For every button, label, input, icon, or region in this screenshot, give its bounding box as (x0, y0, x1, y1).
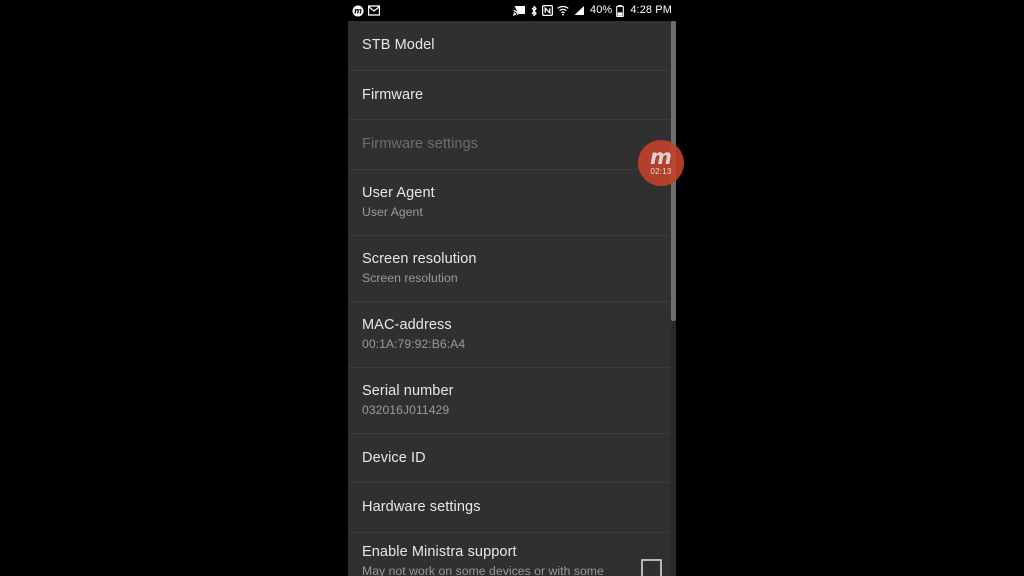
list-item-user-agent[interactable]: User Agent User Agent (348, 169, 676, 236)
cellular-signal-icon (573, 5, 585, 16)
list-item-subtitle: 00:1A:79:92:B6:A4 (362, 337, 466, 351)
list-item-firmware-settings: Firmware settings (348, 120, 676, 170)
list-item-mac-address[interactable]: MAC-address 00:1A:79:92:B6:A4 (348, 301, 676, 368)
android-status-bar: m 40% 4:28 PM (348, 0, 676, 21)
enable-ministra-support-checkbox[interactable] (641, 558, 662, 576)
screen-recording-frame: m 40% 4:28 PM STB Model Firmware Firmwar… (0, 0, 1024, 576)
mobizen-floating-record-button[interactable]: m 02:13 (638, 140, 684, 186)
list-item-screen-resolution[interactable]: Screen resolution Screen resolution (348, 235, 676, 302)
list-item-subtitle: May not work on some devices or with som… (362, 563, 604, 576)
settings-list[interactable]: STB Model Firmware Firmware settings Use… (348, 21, 676, 576)
svg-text:m: m (354, 6, 362, 15)
recording-timer-label: 02:13 (650, 167, 672, 176)
list-item-title: Device ID (362, 449, 426, 466)
list-item-title: Firmware (362, 86, 424, 103)
list-item-subtitle: User Agent (362, 205, 423, 219)
phone-screen: m 40% 4:28 PM STB Model Firmware Firmwar… (348, 0, 676, 576)
status-bar-notifications: m (352, 5, 380, 17)
list-item-subtitle: Screen resolution (362, 271, 458, 285)
status-bar-clock: 4:28 PM (630, 4, 672, 16)
list-item-title: Serial number (362, 383, 454, 399)
list-item-hardware-settings[interactable]: Hardware settings (348, 483, 676, 533)
list-item-serial-number[interactable]: Serial number 032016J011429 (348, 367, 676, 434)
list-item-title: Firmware settings (362, 136, 479, 153)
list-item-title: User Agent (362, 185, 435, 201)
battery-percent-label: 40% (590, 4, 613, 16)
list-item-enable-ministra-support[interactable]: Enable Ministra support May not work on … (348, 532, 676, 576)
list-item-stb-model[interactable]: STB Model (348, 21, 676, 71)
gmail-envelope-icon (368, 5, 380, 16)
status-bar-system-icons: 40% 4:28 PM (513, 4, 672, 17)
list-item-title: Hardware settings (362, 499, 481, 516)
battery-icon (616, 4, 625, 17)
mobizen-m-icon: m (650, 145, 672, 169)
list-item-title: Enable Ministra support (362, 543, 517, 560)
wifi-icon (557, 5, 569, 16)
nfc-icon (542, 5, 553, 16)
bluetooth-icon (530, 5, 538, 17)
list-item-subtitle: 032016J011429 (362, 403, 450, 417)
screen-cast-icon (513, 5, 526, 16)
list-item-firmware[interactable]: Firmware (348, 70, 676, 120)
list-item-device-id[interactable]: Device ID (348, 433, 676, 483)
mobizen-notification-icon: m (352, 5, 364, 17)
list-item-title: Screen resolution (362, 251, 477, 267)
list-item-title: STB Model (362, 37, 435, 54)
list-item-title: MAC-address (362, 317, 452, 333)
